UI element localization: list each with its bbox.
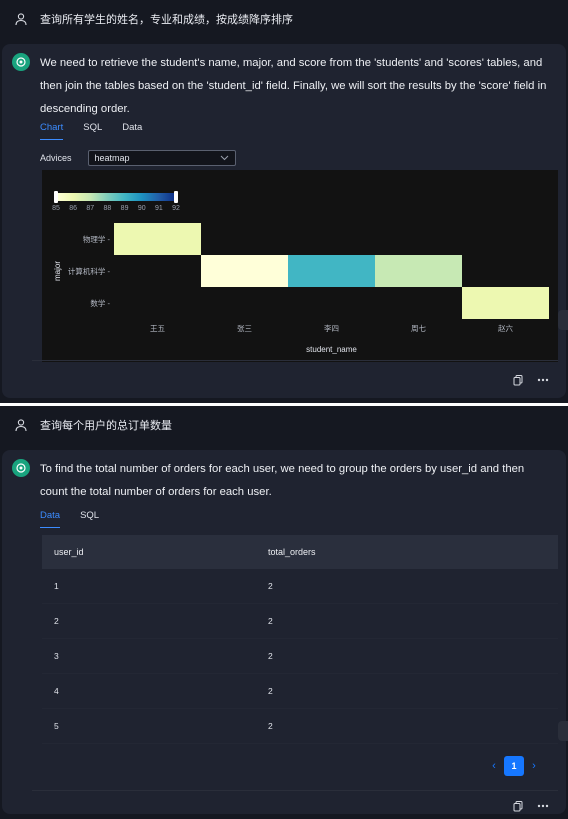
color-legend-handle-max — [174, 191, 178, 203]
user-question-text: 查询每个用户的总订单数量 — [40, 420, 172, 432]
cell-user-id: 3 — [54, 651, 59, 661]
cell-user-id: 4 — [54, 686, 59, 696]
answer-text: We need to retrieve the student's name, … — [40, 57, 547, 115]
y-axis-tick-label: 物理学 - — [83, 234, 111, 244]
table-row: 1 2 — [42, 569, 558, 604]
legend-tick-label: 88 — [104, 205, 112, 212]
tab-sql[interactable]: SQL — [83, 122, 102, 140]
advices-label: Advices — [40, 153, 72, 163]
table-row: 2 2 — [42, 604, 558, 639]
assistant-answer-card: To find the total number of orders for e… — [2, 450, 566, 814]
card-divider — [32, 360, 558, 361]
tab-data[interactable]: Data — [122, 122, 142, 140]
cell-user-id: 1 — [54, 581, 59, 591]
next-page-icon[interactable]: › — [524, 760, 544, 772]
cell-total-orders: 2 — [268, 581, 273, 591]
assistant-icon — [12, 459, 30, 477]
heatmap-cell — [201, 255, 288, 287]
tab-chart[interactable]: Chart — [40, 122, 64, 140]
table-header: user_id total_orders — [42, 535, 558, 569]
chat-panel-2: 查询每个用户的总订单数量 To find the total number of… — [0, 406, 568, 819]
table-row: 5 2 — [42, 709, 558, 744]
results-table: user_id total_orders 1 2 2 2 3 2 4 2 5 2 — [42, 535, 558, 744]
cell-total-orders: 2 — [268, 686, 273, 696]
x-axis-tick-label: 李四 — [324, 323, 339, 333]
chat-panel-1: 查询所有学生的姓名，专业和成绩，按成绩降序排序 We need to retri… — [0, 0, 568, 403]
table-row: 3 2 — [42, 639, 558, 674]
cell-total-orders: 2 — [268, 651, 273, 661]
prev-page-icon[interactable]: ‹ — [484, 760, 504, 772]
more-options-icon[interactable] — [537, 374, 549, 386]
x-axis-label: student_name — [306, 345, 357, 354]
more-options-icon[interactable] — [537, 800, 549, 812]
user-question-row: 查询所有学生的姓名，专业和成绩，按成绩降序排序 — [0, 0, 568, 38]
user-icon — [15, 419, 27, 432]
user-question-text: 查询所有学生的姓名，专业和成绩，按成绩降序排序 — [40, 14, 293, 26]
x-axis-tick-label: 张三 — [237, 324, 252, 333]
user-icon — [15, 13, 27, 26]
tab-data[interactable]: Data — [40, 510, 61, 528]
heatmap-cell — [114, 223, 201, 255]
result-tabs: Chart SQL Data — [40, 122, 162, 140]
heatmap-chart: 85 86 87 88 89 90 91 92 物理学 - 计算机科学 - 数学 - 王五 张三 李四 周七… — [42, 170, 558, 362]
column-header-user-id[interactable]: user_id — [42, 547, 256, 557]
chevron-down-icon — [220, 155, 228, 161]
user-question-row: 查询每个用户的总订单数量 — [0, 406, 568, 444]
tab-sql[interactable]: SQL — [80, 510, 99, 528]
heatmap-cell — [288, 255, 375, 287]
chart-type-value: heatmap — [94, 153, 130, 163]
legend-tick-label: 90 — [138, 205, 146, 212]
color-legend-handle-min — [54, 191, 58, 203]
cell-user-id: 5 — [54, 721, 59, 731]
assistant-answer-card: We need to retrieve the student's name, … — [2, 44, 566, 398]
side-collapse-handle[interactable] — [558, 721, 568, 741]
copy-icon[interactable] — [512, 374, 524, 386]
legend-tick-label: 86 — [69, 205, 77, 212]
cell-total-orders: 2 — [268, 616, 273, 626]
chart-type-select[interactable]: heatmap — [87, 150, 236, 166]
advices-row: Advices heatmap — [40, 150, 236, 166]
x-axis-tick-label: 周七 — [411, 324, 426, 333]
column-header-total-orders[interactable]: total_orders — [256, 547, 316, 557]
cell-user-id: 2 — [54, 616, 59, 626]
cell-total-orders: 2 — [268, 721, 273, 731]
legend-tick-label: 85 — [52, 205, 60, 212]
legend-tick-label: 89 — [121, 205, 129, 212]
heatmap-svg: 85 86 87 88 89 90 91 92 物理学 - 计算机科学 - 数学 - 王五 张三 李四 周七… — [52, 191, 549, 354]
table-row: 4 2 — [42, 674, 558, 709]
side-collapse-handle[interactable] — [558, 310, 568, 330]
result-tabs: Data SQL — [40, 510, 119, 528]
legend-tick-label: 92 — [172, 205, 180, 212]
assistant-icon — [12, 53, 30, 71]
legend-tick-label: 87 — [86, 205, 94, 212]
x-axis-tick-label: 赵六 — [498, 323, 513, 333]
answer-text: To find the total number of orders for e… — [40, 463, 525, 498]
legend-tick-label: 91 — [155, 205, 163, 212]
y-axis-tick-label: 数学 - — [90, 298, 110, 308]
x-axis-tick-label: 王五 — [150, 324, 165, 333]
pagination: ‹ 1 › — [484, 756, 544, 776]
heatmap-cell — [462, 287, 549, 319]
page-button-current[interactable]: 1 — [504, 756, 524, 776]
copy-icon[interactable] — [512, 800, 524, 812]
card-divider — [32, 790, 558, 791]
y-axis-tick-label: 计算机科学 - — [68, 266, 111, 276]
y-axis-label: major — [53, 261, 62, 281]
heatmap-cell — [375, 255, 462, 287]
color-legend-bar — [56, 193, 176, 201]
